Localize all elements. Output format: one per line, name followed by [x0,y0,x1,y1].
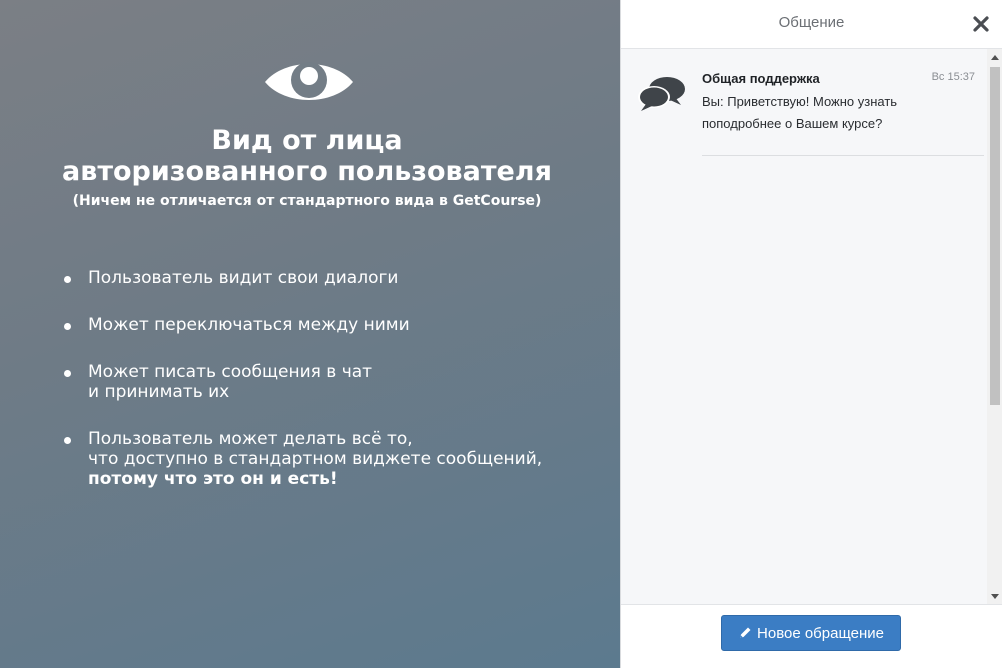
bullet-strong-text: потому что это он и есть! [88,469,338,489]
dialog-timestamp: Вс 15:37 [931,71,975,83]
bullet-text: Пользователь видит свои диалоги [88,268,399,288]
bullet-text: что доступно в стандартном виджете сообщ… [88,449,543,469]
pencil-icon [740,627,751,638]
bullet-item: Пользователь может делать всё то, что до… [62,429,602,489]
dialog-name: Общая поддержка [702,71,820,86]
bullet-text: Может переключаться между ними [88,315,410,335]
bullet-text: Может писать сообщения в чат [88,362,373,382]
bullet-item: Пользователь видит свои диалоги [62,268,602,288]
promo-subtitle: (Ничем не отличается от стандартного вид… [72,193,542,209]
bullet-item: Может переключаться между ними [62,315,602,335]
promo-panel: Вид от лица авторизованного пользователя… [0,0,620,668]
bullet-list: Пользователь видит свои диалоги Может пе… [62,268,602,516]
close-icon[interactable] [970,13,992,35]
scroll-thumb[interactable] [990,67,1000,405]
bullet-text: Пользователь может делать всё то, [88,429,413,449]
bullet-dot [64,276,71,283]
dialog-item[interactable]: Общая поддержка Вс 15:37 Вы: Приветствую… [621,49,987,157]
chat-header: Общение [621,0,1002,49]
new-ticket-label: Новое обращение [757,624,884,642]
bullet-dot [64,370,71,377]
promo-title-line1: Вид от лица [211,125,403,156]
dialog-divider [702,155,984,156]
scrollbar[interactable] [987,49,1002,605]
chat-footer: Новое обращение [621,604,1002,668]
eye-icon [265,62,353,100]
scroll-down-arrow-icon[interactable] [991,594,999,599]
bullet-item: Может писать сообщения в чат и принимать… [62,362,602,402]
chat-title: Общение [778,14,845,31]
bullet-dot [64,437,71,444]
dialog-last-message: Вы: Приветствую! Можно узнать поподробне… [702,94,898,131]
chat-bubbles-icon [638,77,685,111]
bullet-text: и принимать их [88,382,230,402]
new-ticket-button[interactable]: Новое обращение [721,615,901,651]
scroll-up-arrow-icon[interactable] [991,55,999,60]
promo-title-line2: авторизованного пользователя [62,156,552,187]
chat-widget: Общение Общая поддержка Вс 15:37 Вы: При… [620,0,1002,668]
dialog-list: Общая поддержка Вс 15:37 Вы: Приветствую… [621,49,987,605]
promo-title: Вид от лица авторизованного пользователя [0,125,614,187]
bullet-dot [64,323,71,330]
